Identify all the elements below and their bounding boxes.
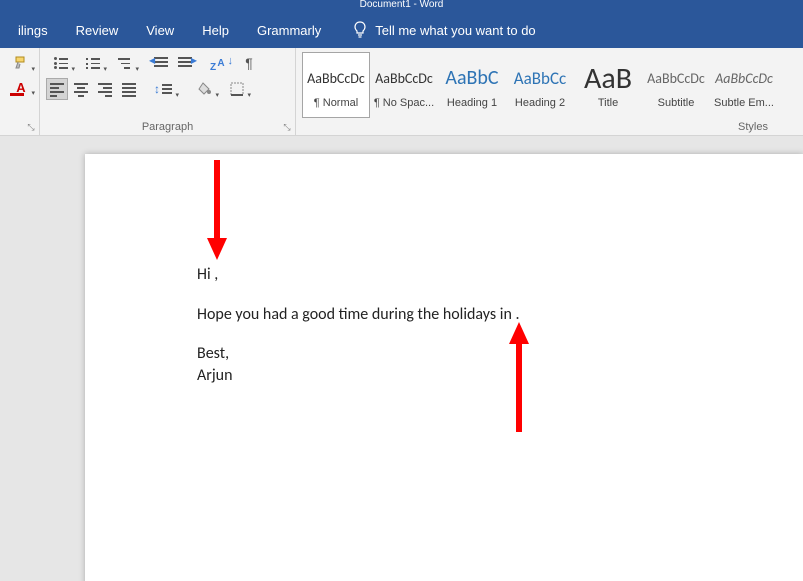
doc-body[interactable]: Hope you had a good time during the holi… (197, 304, 520, 326)
style--normal[interactable]: AaBbCcDc ¶ Normal (302, 52, 370, 118)
tell-me-search[interactable]: Tell me what you want to do (353, 21, 535, 39)
tab-grammarly[interactable]: Grammarly (243, 12, 335, 48)
doc-greeting[interactable]: Hi , (197, 264, 520, 286)
style-name-label: Heading 2 (515, 97, 565, 109)
increase-indent-button[interactable]: ▶ (174, 52, 196, 74)
align-center-button[interactable] (70, 78, 92, 100)
page-body[interactable]: Hi , Hope you had a good time during the… (197, 264, 520, 386)
sort-button[interactable]: A Z ↓ (206, 52, 236, 74)
style-title[interactable]: AaB Title (574, 52, 642, 118)
style-sample: AaB (584, 61, 632, 95)
tab-view[interactable]: View (132, 12, 188, 48)
multilevel-list-button[interactable]: ▾ (110, 52, 140, 74)
tell-me-label: Tell me what you want to do (375, 23, 535, 38)
font-color-button[interactable]: A ▾ (6, 76, 36, 98)
group-paragraph: ▾ ▾ ▾ (40, 48, 296, 135)
style-name-label: Title (598, 97, 618, 109)
decrease-indent-button[interactable]: ◀ (150, 52, 172, 74)
paragraph-launcher[interactable]: ⤡ (281, 121, 293, 133)
ribbon: ▾ A ▾ ⤡ ▾ (0, 48, 803, 136)
style-sample: AaBbCc (514, 61, 566, 95)
numbering-button[interactable]: ▾ (78, 52, 108, 74)
style-heading-1[interactable]: AaBbC Heading 1 (438, 52, 506, 118)
style-heading-2[interactable]: AaBbCc Heading 2 (506, 52, 574, 118)
align-right-button[interactable] (94, 78, 116, 100)
tab-review[interactable]: Review (62, 12, 133, 48)
line-spacing-button[interactable]: ↕ ▾ (150, 78, 180, 100)
show-marks-button[interactable]: ¶ (238, 52, 260, 74)
annotation-arrow-down (205, 160, 229, 260)
style-name-label: ¶ No Spac... (374, 97, 434, 109)
title-bar: Document1 - Word (0, 0, 803, 12)
tab-mailings[interactable]: ilings (4, 12, 62, 48)
styles-group-label: Styles (723, 121, 783, 133)
styles-gallery[interactable]: AaBbCcDc¶ NormalAaBbCcDc¶ No Spac...AaBb… (302, 52, 797, 118)
window-title: Document1 - Word (360, 0, 444, 10)
style-sample: AaBbCcDc (375, 61, 433, 95)
style-name-label: Heading 1 (447, 97, 497, 109)
doc-signature[interactable]: Arjun (197, 365, 520, 387)
align-justify-button[interactable] (118, 78, 140, 100)
tab-help[interactable]: Help (188, 12, 243, 48)
style-sample: AaBbCcDc (307, 61, 365, 95)
paragraph-group-label: Paragraph (40, 121, 295, 133)
style-subtitle[interactable]: AaBbCcDc Subtitle (642, 52, 710, 118)
style-name-label: ¶ Normal (314, 97, 358, 109)
style-sample: AaBbCcDc (647, 61, 705, 95)
ribbon-tabs: ilings Review View Help Grammarly Tell m… (0, 12, 803, 48)
align-left-button[interactable] (46, 78, 68, 100)
group-styles: AaBbCcDc¶ NormalAaBbCcDc¶ No Spac...AaBb… (296, 48, 803, 135)
style-subtle-em-[interactable]: AaBbCcDc Subtle Em... (710, 52, 778, 118)
document-canvas[interactable]: Hi , Hope you had a good time during the… (0, 136, 803, 581)
format-painter-button[interactable]: ▾ (6, 52, 36, 74)
style-name-label: Subtle Em... (714, 97, 774, 109)
shading-button[interactable]: ▾ (190, 78, 220, 100)
borders-button[interactable]: ▾ (222, 78, 252, 100)
style-sample: AaBbC (445, 61, 498, 95)
lightbulb-icon (353, 21, 367, 39)
clipboard-launcher[interactable]: ⤡ (25, 121, 37, 133)
bullets-button[interactable]: ▾ (46, 52, 76, 74)
page[interactable]: Hi , Hope you had a good time during the… (85, 154, 803, 581)
style-sample: AaBbCcDc (715, 61, 773, 95)
doc-closing[interactable]: Best, (197, 343, 520, 365)
style-name-label: Subtitle (658, 97, 695, 109)
style--no-spac-[interactable]: AaBbCcDc ¶ No Spac... (370, 52, 438, 118)
group-clipboard: ▾ A ▾ ⤡ (0, 48, 40, 135)
